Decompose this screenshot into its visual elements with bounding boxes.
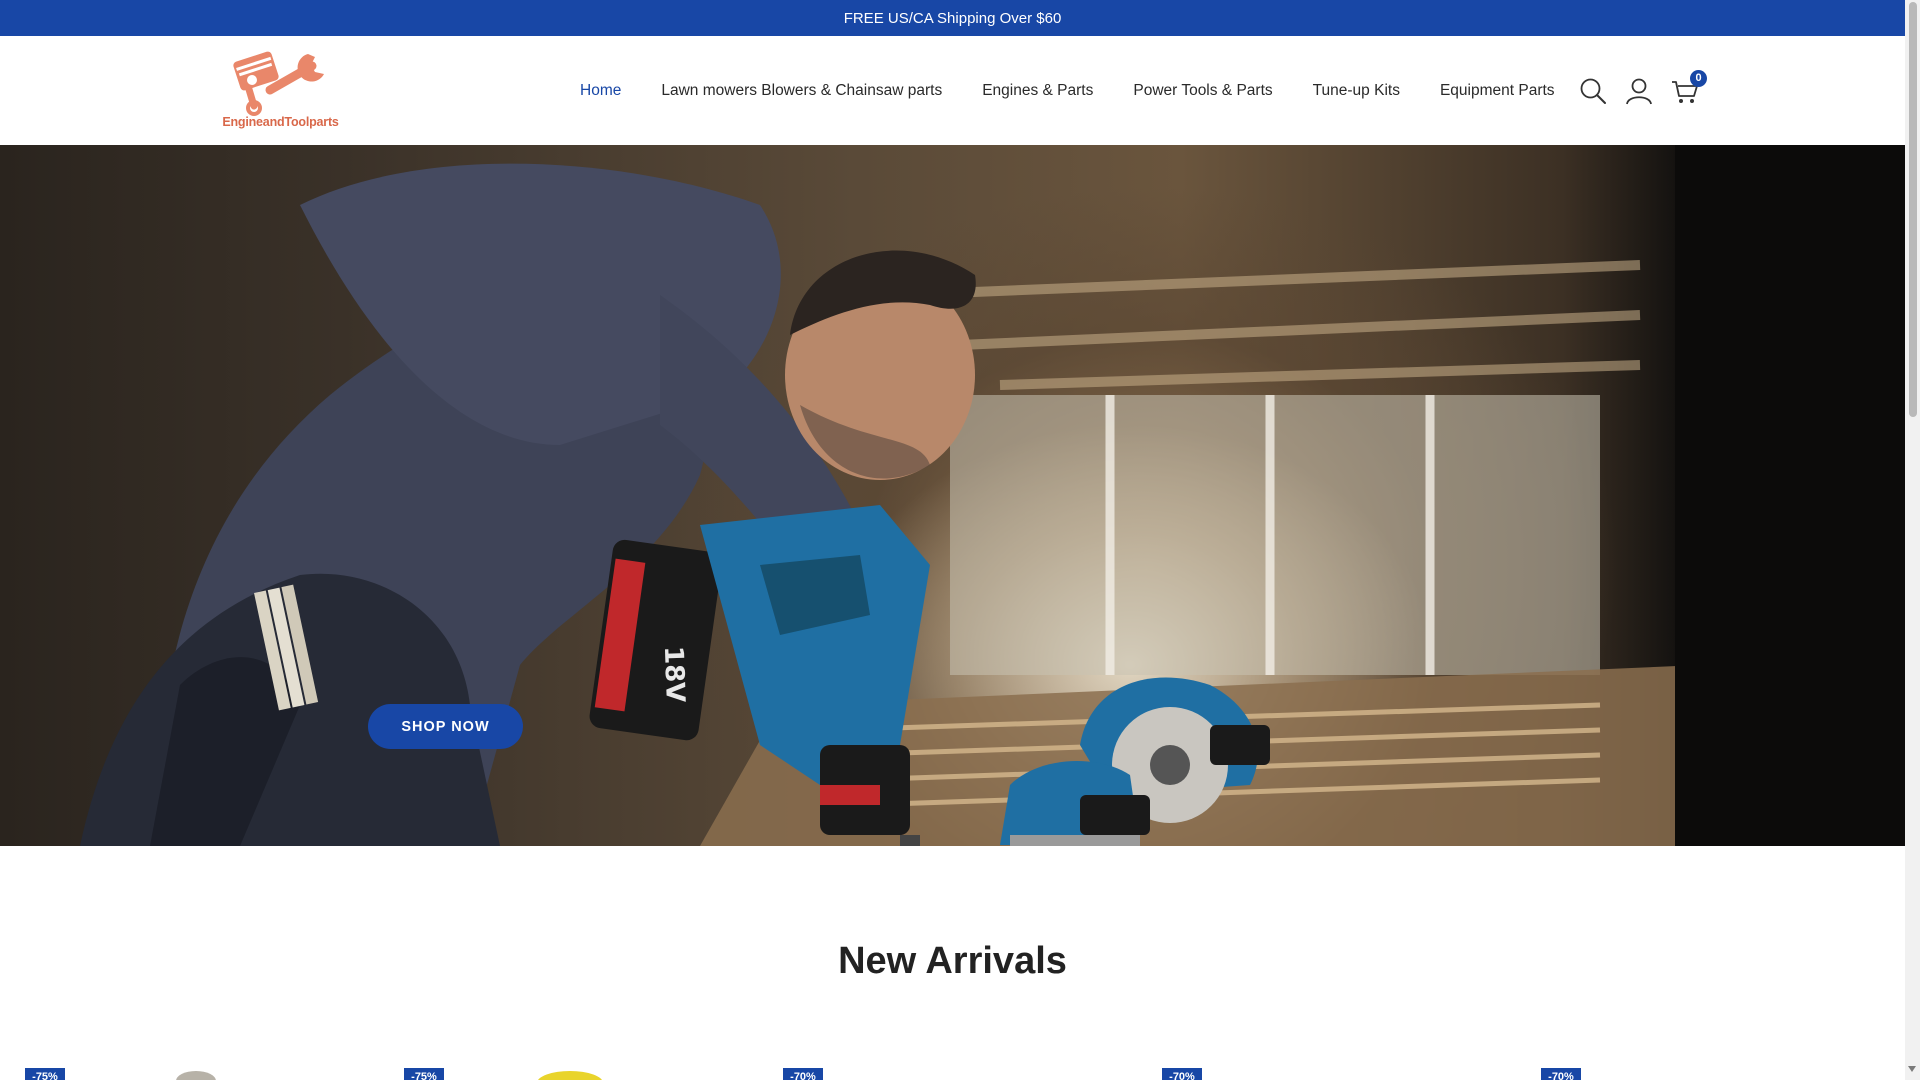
nav-item-lawn-mowers[interactable]: Lawn mowers Blowers & Chainsaw parts — [641, 82, 962, 100]
scrollbar-thumb[interactable] — [1909, 2, 1917, 417]
discount-badge: -75% — [404, 1068, 444, 1080]
user-icon[interactable] — [1624, 76, 1654, 106]
main-nav: Home Lawn mowers Blowers & Chainsaw part… — [560, 36, 1575, 145]
announcement-text: FREE US/CA Shipping Over $60 — [843, 9, 1062, 27]
piston-wrench-logo-icon — [233, 51, 324, 116]
discount-badge: -75% — [25, 1068, 65, 1080]
new-arrivals-title: New Arrivals — [838, 940, 1067, 982]
nav-item-tune-up-kits[interactable]: Tune-up Kits — [1293, 82, 1420, 100]
search-icon[interactable] — [1578, 76, 1608, 106]
logo-text: EngineandToolparts — [222, 115, 339, 129]
battery-label: 18V — [658, 646, 690, 703]
page-scrollbar[interactable] — [1905, 0, 1920, 1080]
discount-badge: -70% — [783, 1068, 823, 1080]
announcement-bar: FREE US/CA Shipping Over $60 — [0, 0, 1905, 36]
nav-item-equipment-parts[interactable]: Equipment Parts — [1420, 82, 1575, 100]
page: FREE US/CA Shipping Over $60 EngineandTo… — [0, 0, 1905, 1080]
new-arrivals-products: -75% -75% -70% -70% -70% — [0, 1068, 1905, 1080]
shop-now-button[interactable]: SHOP NOW — [368, 704, 523, 749]
cart-count-badge: 0 — [1690, 69, 1707, 87]
nav-item-power-tools[interactable]: Power Tools & Parts — [1113, 82, 1292, 100]
header-actions: 0 — [1578, 36, 1707, 145]
product-thumbnail[interactable] — [535, 1068, 605, 1080]
site-logo[interactable]: EngineandToolparts — [208, 46, 353, 136]
cart-icon[interactable]: 0 — [1670, 69, 1707, 106]
product-thumbnail[interactable] — [175, 1068, 217, 1080]
hero-image: 18V — [80, 145, 1905, 846]
scroll-down-arrow-icon[interactable] — [1908, 1066, 1916, 1072]
hero-banner[interactable]: 18V SHOP NOW — [0, 145, 1905, 846]
discount-badge: -70% — [1162, 1068, 1202, 1080]
discount-badge: -70% — [1541, 1068, 1581, 1080]
site-header: EngineandToolparts Home Lawn mowers Blow… — [0, 36, 1905, 145]
nav-item-engines[interactable]: Engines & Parts — [962, 82, 1113, 100]
nav-item-home[interactable]: Home — [560, 82, 641, 100]
